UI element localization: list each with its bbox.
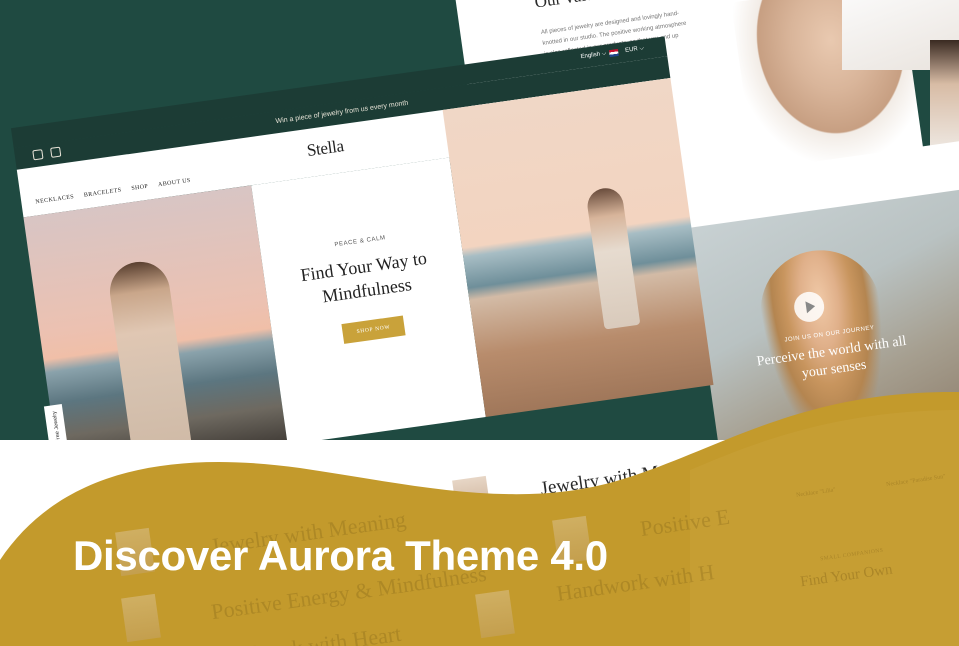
- headline: Discover Aurora Theme 4.0: [73, 532, 608, 579]
- product-thumb: [121, 593, 161, 643]
- product-thumb: [475, 589, 515, 639]
- promo-banner: Our values to All pieces of jewelry are …: [0, 0, 959, 646]
